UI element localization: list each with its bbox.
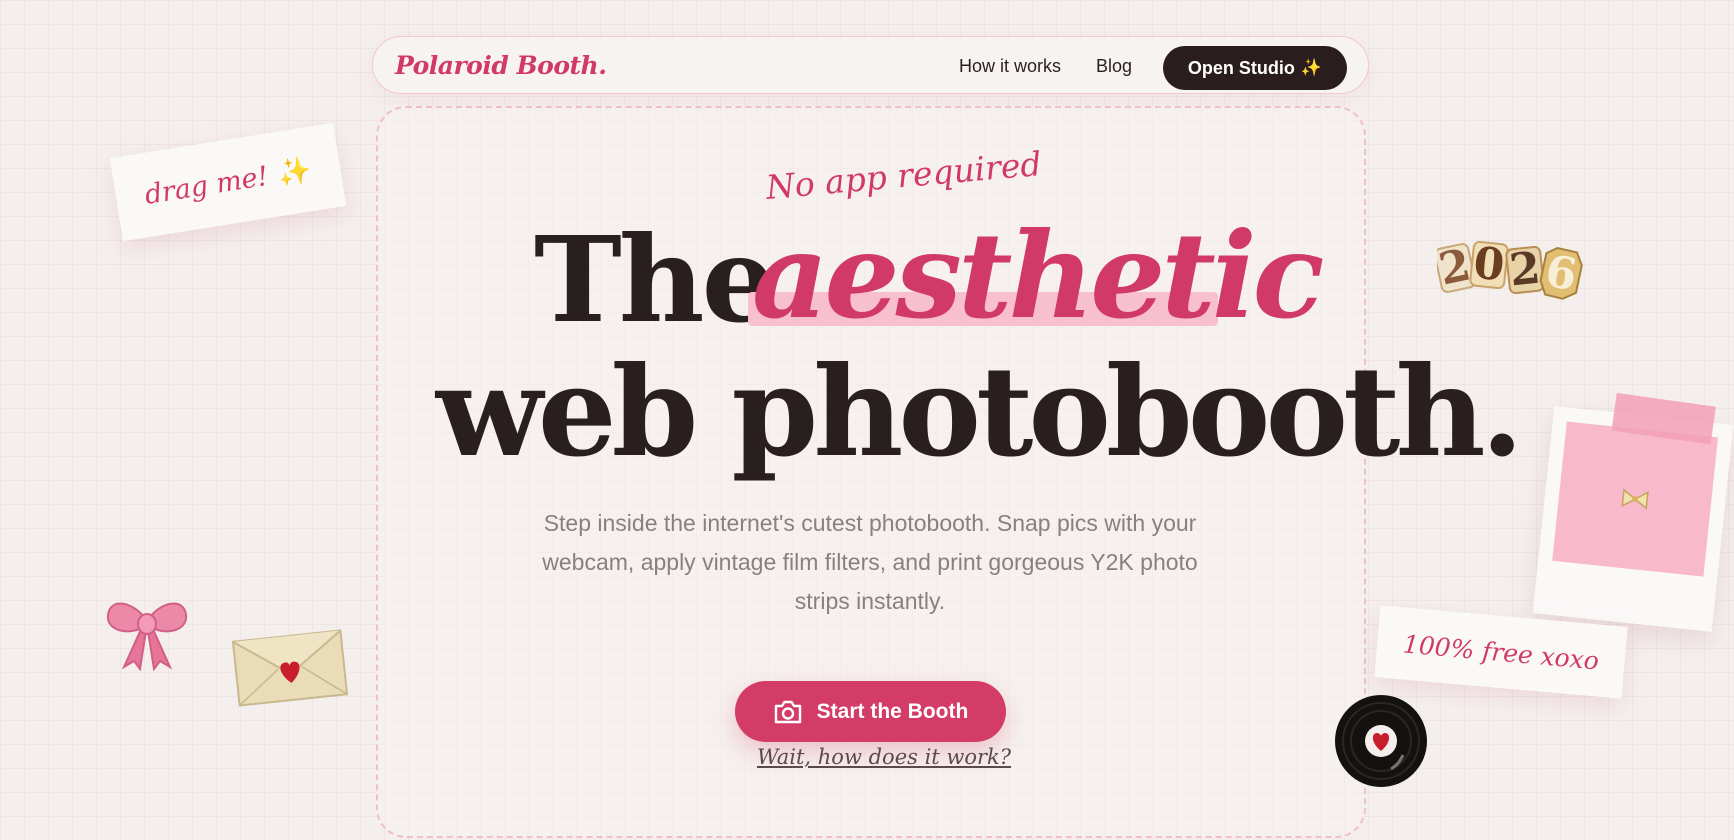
hero-subtitle: Step inside the internet's cutest photob… <box>542 510 1198 614</box>
open-studio-button[interactable]: Open Studio ✨ <box>1163 46 1347 90</box>
sparkles-icon: ✨ <box>275 154 314 190</box>
nav-link-blog[interactable]: Blog <box>1096 56 1132 77</box>
how-it-works-link[interactable]: Wait, how does it work? <box>757 745 1011 769</box>
svg-text:2: 2 <box>1507 243 1543 297</box>
headline-line2: web photobooth. <box>436 340 1524 485</box>
headline-accent: aesthetic <box>752 206 1325 345</box>
svg-text:2: 2 <box>1437 239 1475 295</box>
headline-accent-block: aesthetic <box>748 206 1325 345</box>
bow-icon <box>106 602 188 671</box>
nav-link-how-it-works[interactable]: How it works <box>959 56 1061 77</box>
free-note-sticker: 100% free xoxo <box>1374 605 1628 699</box>
camera-icon <box>773 699 803 725</box>
drag-me-label: drag me! <box>142 160 271 211</box>
headline-the: The <box>534 210 777 349</box>
brand-logo[interactable]: Polaroid Booth. <box>395 51 607 80</box>
mini-bow-icon <box>1621 488 1649 510</box>
vinyl-heart-icon <box>1335 695 1427 787</box>
envelope-heart-icon <box>231 629 349 707</box>
start-booth-button[interactable]: Start the Booth <box>735 681 1006 742</box>
top-nav: Polaroid Booth. How it works Blog Open S… <box>372 36 1369 94</box>
polaroid-photo <box>1552 421 1718 577</box>
sparkles-icon: ✨ <box>1300 58 1323 77</box>
open-studio-label: Open Studio <box>1187 57 1295 78</box>
start-booth-label: Start the Booth <box>816 699 969 723</box>
year-2026-sticker: 2 0 2 6 <box>1437 238 1583 300</box>
svg-text:0: 0 <box>1471 238 1507 292</box>
drag-me-sticker[interactable]: drag me! ✨ <box>109 122 347 242</box>
polaroid-icon <box>1532 392 1734 632</box>
